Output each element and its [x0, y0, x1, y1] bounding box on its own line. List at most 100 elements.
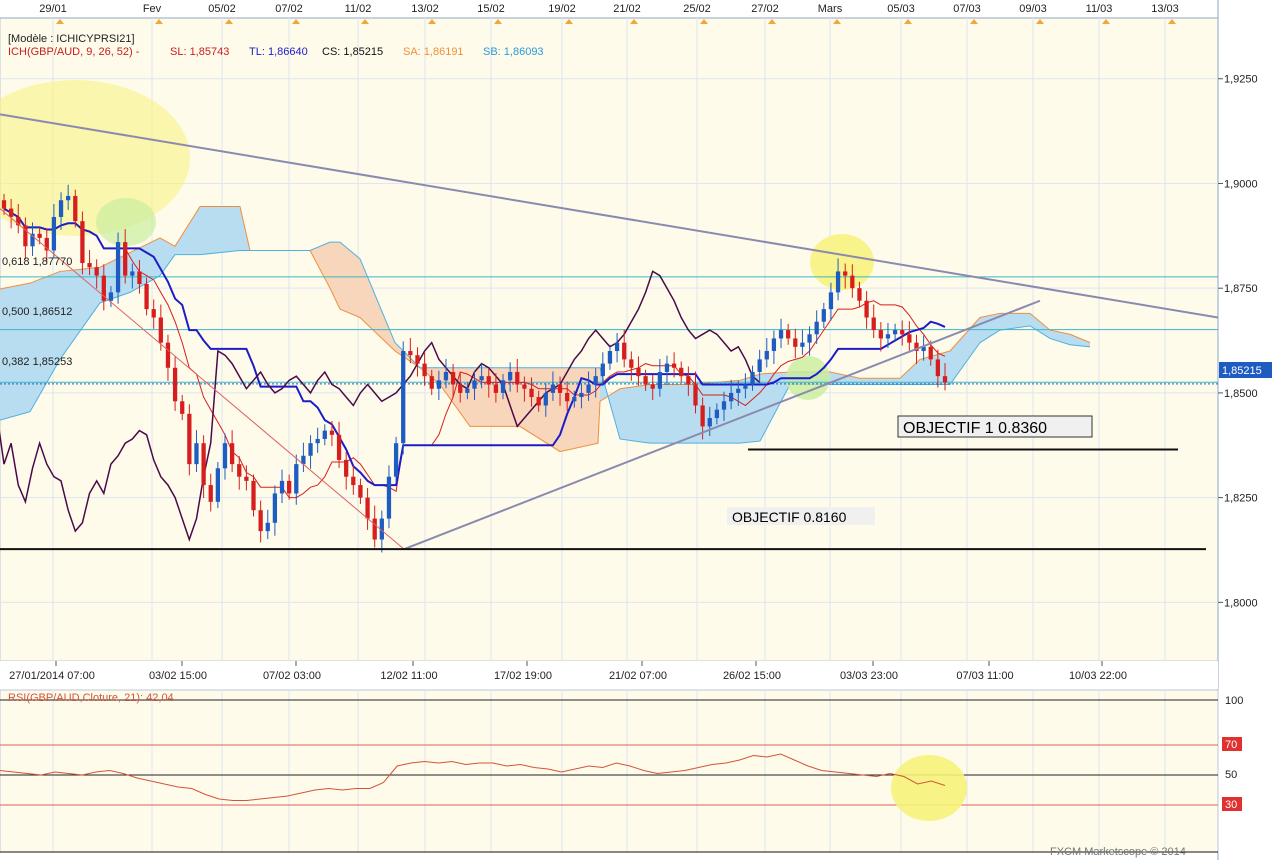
candle-body: [900, 330, 905, 335]
candle-body: [315, 438, 320, 444]
fib-label-618: 0,618 1,87770: [2, 256, 72, 268]
candle-body: [158, 317, 163, 343]
model-label: [Modèle : ICHICYPRSI21]: [8, 33, 135, 45]
candle-body: [172, 367, 178, 402]
candle-body: [472, 380, 477, 389]
candle-body: [871, 317, 876, 331]
rsi-level-100: 100: [1225, 695, 1243, 707]
bottom-date-label: 26/02 15:00: [723, 670, 781, 682]
rsi-level-50: 50: [1225, 769, 1237, 781]
candle-body: [821, 309, 826, 322]
candle-body: [229, 443, 235, 465]
rsi-highlight-ellipse: [891, 755, 967, 821]
candle-body: [600, 363, 605, 377]
candle-body: [344, 459, 349, 477]
candle-body: [807, 334, 812, 343]
candle-body: [529, 388, 534, 398]
bottom-date-label: 03/02 15:00: [149, 670, 207, 682]
candle-body: [593, 376, 598, 385]
candle-body: [358, 485, 363, 498]
candle-body: [108, 292, 114, 301]
top-date-label: 29/01: [39, 3, 67, 15]
candle-body: [942, 376, 948, 383]
candle-body: [294, 464, 299, 494]
candle-body: [657, 371, 662, 389]
candle-body: [493, 384, 499, 393]
candle-body: [714, 409, 720, 419]
candle-body: [336, 434, 342, 460]
fib-label-500: 0,500 1,86512: [2, 306, 72, 318]
candle-body: [322, 430, 327, 439]
candle-body: [522, 384, 527, 389]
candle-body: [443, 371, 449, 381]
candle-body: [586, 384, 591, 393]
candle-body: [643, 376, 648, 385]
bottom-date-label: 07/03 11:00: [956, 670, 1013, 682]
candle-body: [66, 196, 71, 201]
top-date-label: Mars: [818, 3, 843, 15]
candle-body: [450, 371, 456, 385]
candle-body: [679, 367, 684, 377]
candle-body: [458, 384, 463, 393]
top-date-label: 11/02: [345, 3, 372, 15]
candle-body: [237, 464, 242, 477]
bottom-date-label: 17/02 19:00: [494, 670, 552, 682]
candle-body: [892, 330, 898, 335]
candle-body: [864, 300, 869, 318]
rsi-level-70: 70: [1225, 739, 1237, 751]
bottom-date-label: 03/03 23:00: [840, 670, 898, 682]
candle-body: [771, 338, 777, 352]
candle-body: [693, 384, 698, 406]
candle-body: [436, 380, 441, 389]
candle-body: [736, 388, 741, 393]
candle-body: [907, 334, 912, 343]
top-date-label: Fev: [143, 3, 162, 15]
candle-body: [814, 321, 819, 335]
candle-body: [51, 216, 57, 251]
candle-body: [743, 384, 748, 389]
candle-body: [1, 200, 7, 209]
candle-body: [557, 384, 563, 393]
candle-body: [707, 418, 712, 427]
price-chart[interactable]: 1,9250 1,9000 1,8750 1,8500 1,8250 1,8000 29/0…: [0, 0, 1279, 860]
cloud-segment: [0, 283, 30, 421]
bottom-date-label: 27/01/2014 07:00: [9, 670, 95, 682]
candle-body: [80, 221, 85, 264]
candle-body: [764, 351, 769, 360]
candle-body: [508, 371, 513, 381]
candle-body: [536, 397, 541, 406]
candle-body: [272, 493, 278, 523]
candle-body: [215, 468, 221, 502]
top-date-label: 07/03: [953, 3, 981, 15]
candle-body: [422, 363, 427, 377]
top-date-label: 13/02: [411, 3, 439, 15]
candle-body: [201, 443, 206, 486]
candle-body: [130, 271, 135, 276]
cloud-segment: [650, 384, 690, 444]
candle-body: [222, 443, 228, 469]
candle-body: [885, 334, 891, 339]
candle-body: [401, 351, 406, 444]
candle-body: [671, 363, 677, 368]
candle-body: [778, 330, 784, 339]
objectif1-label: OBJECTIF 1 0.8360: [903, 420, 1047, 437]
candle-body: [550, 384, 556, 393]
candle-body: [664, 363, 670, 372]
candle-body: [572, 397, 577, 402]
candle-body: [87, 263, 92, 268]
top-date-label: 05/03: [887, 3, 915, 15]
candle-body: [180, 401, 185, 414]
candle-body: [351, 476, 356, 486]
top-date-label: 05/02: [208, 3, 236, 15]
y-tick-label: 1,8250: [1224, 493, 1258, 505]
candle-body: [700, 405, 705, 427]
bottom-date-label: 10/03 22:00: [1069, 670, 1127, 682]
bottom-date-label: 12/02 11:00: [380, 670, 437, 682]
candle-body: [465, 388, 470, 393]
candle-body: [928, 346, 933, 360]
candle-body: [187, 413, 192, 465]
candle-body: [636, 367, 641, 377]
candle-body: [393, 443, 399, 477]
candle-body: [721, 401, 727, 410]
candle-body: [208, 485, 213, 502]
